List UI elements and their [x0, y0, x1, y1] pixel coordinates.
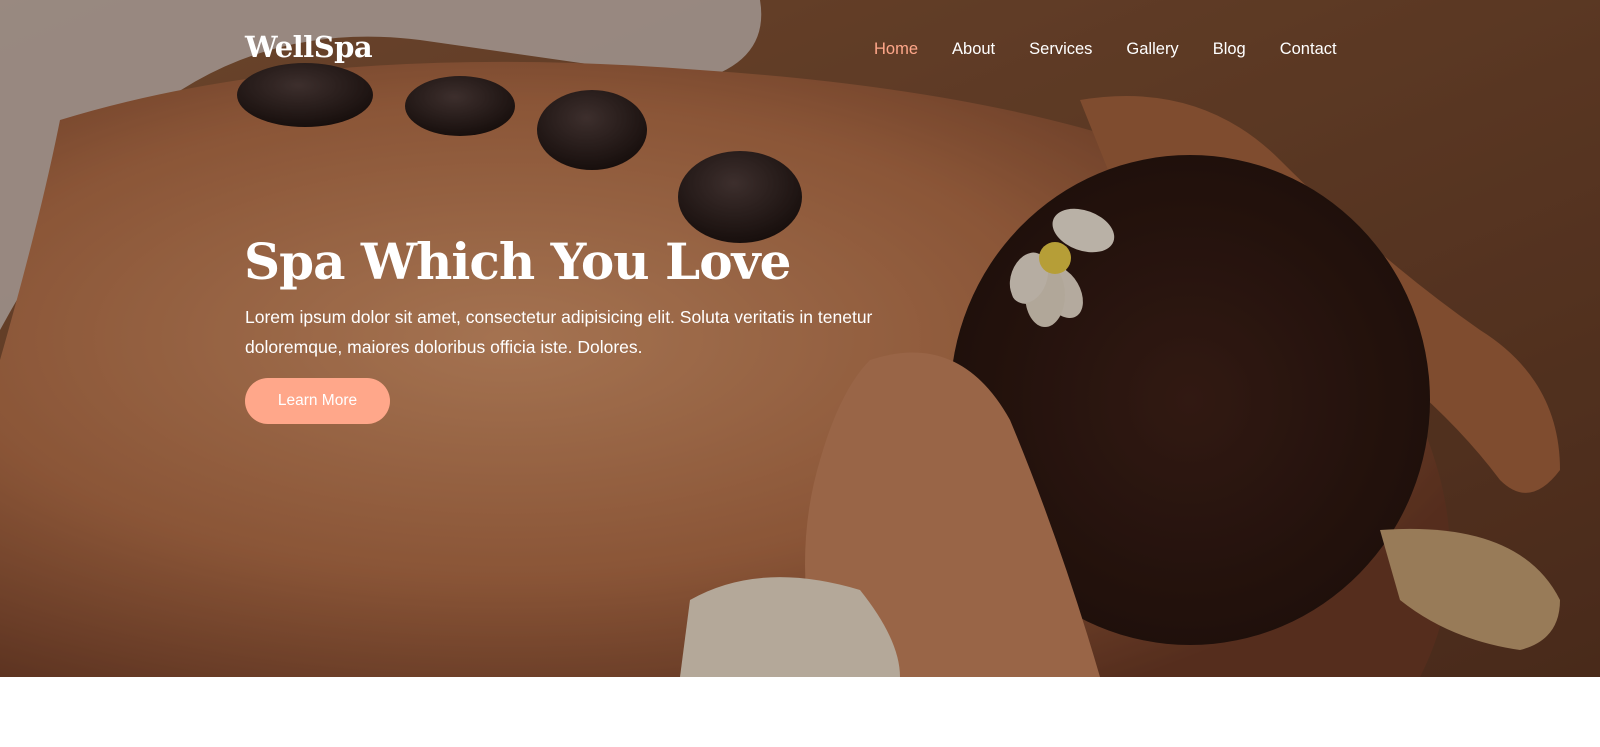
nav-item-blog[interactable]: Blog: [1213, 40, 1246, 59]
brand-logo[interactable]: WellSpa: [245, 30, 373, 64]
nav-item-contact[interactable]: Contact: [1280, 40, 1337, 59]
hero-lead-text: Lorem ipsum dolor sit amet, consectetur …: [245, 307, 873, 357]
nav-item-gallery[interactable]: Gallery: [1126, 40, 1178, 59]
nav-item-about[interactable]: About: [952, 40, 995, 59]
main-nav: Home About Services Gallery Blog Contact: [874, 40, 1337, 59]
nav-item-home[interactable]: Home: [874, 40, 918, 59]
hero-section: WellSpa Home About Services Gallery Blog…: [0, 0, 1600, 677]
hero-headline: Spa Which You Love: [244, 232, 791, 291]
learn-more-button[interactable]: Learn More: [245, 378, 390, 424]
nav-item-services[interactable]: Services: [1029, 40, 1092, 59]
